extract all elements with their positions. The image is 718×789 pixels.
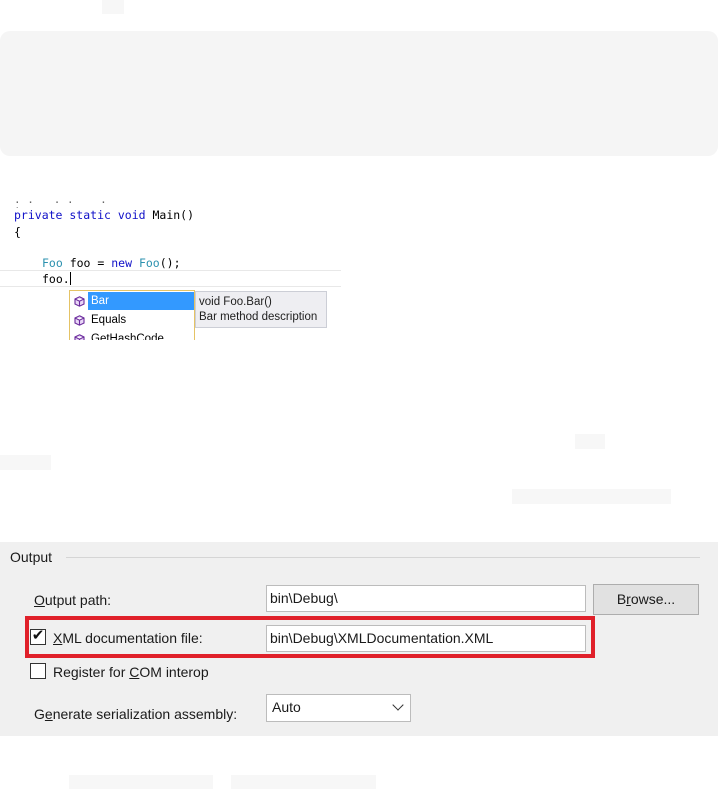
access-key: C xyxy=(129,664,140,680)
code-line: { xyxy=(14,225,21,239)
label-text: utput path: xyxy=(44,592,112,608)
browse-button[interactable]: Browse... xyxy=(593,584,699,615)
chevron-down-icon xyxy=(392,699,404,711)
code-text: (); xyxy=(159,256,181,270)
code-line: Foo foo = new Foo(); xyxy=(42,256,181,270)
blank-placeholder xyxy=(512,489,671,504)
quickinfo-tooltip: void Foo.Bar() Bar method description xyxy=(195,291,327,328)
code-editor[interactable]: · · · · · · private static void Main() {… xyxy=(0,200,345,340)
blank-placeholder xyxy=(69,775,213,789)
clipped-line: · · · · · · xyxy=(14,200,233,208)
serialization-label: Generate serialization assembly: xyxy=(34,706,237,722)
method-icon xyxy=(70,330,88,340)
blank-placeholder xyxy=(231,775,376,789)
intellisense-item[interactable]: Equals xyxy=(70,311,194,329)
output-path-label: Output path: xyxy=(34,592,111,608)
label-text: Register for xyxy=(53,664,130,680)
select-value: Auto xyxy=(272,699,301,715)
group-title: Output xyxy=(10,549,53,565)
button-text: owse... xyxy=(630,591,676,607)
code-text: Main() xyxy=(145,208,195,222)
type-name: Foo xyxy=(132,256,160,270)
intellisense-item-label: Bar xyxy=(88,292,194,310)
output-path-input[interactable]: bin\Debug\ xyxy=(266,585,586,612)
method-icon xyxy=(70,311,88,329)
access-key: O xyxy=(34,592,45,608)
tooltip-description: Bar method description xyxy=(199,311,318,323)
label-text: G xyxy=(34,706,45,722)
intellisense-item[interactable]: GetHashCode xyxy=(70,330,194,340)
keyword: new xyxy=(111,256,133,270)
annotation-highlight-box xyxy=(25,616,595,658)
intellisense-list[interactable]: Bar Equals GetHashCode xyxy=(69,290,195,340)
tooltip-signature: void Foo.Bar() xyxy=(199,296,272,308)
type-name: Foo xyxy=(42,256,63,270)
intellisense-item[interactable]: Bar xyxy=(70,292,194,310)
intellisense-item-label: GetHashCode xyxy=(91,333,164,340)
code-text: foo. xyxy=(42,272,70,286)
method-icon xyxy=(70,292,88,310)
keyword: private static void xyxy=(14,208,146,222)
com-interop-label[interactable]: Register for COM interop xyxy=(53,664,209,680)
access-key: e xyxy=(44,706,53,722)
group-divider xyxy=(66,557,700,558)
intellisense-item-label: Equals xyxy=(91,314,127,326)
button-text: B xyxy=(616,591,627,607)
code-line: private static void Main() xyxy=(14,208,194,222)
com-interop-checkbox[interactable] xyxy=(30,663,46,679)
blank-placeholder xyxy=(575,434,605,449)
code-line: foo. xyxy=(42,272,71,286)
serialization-select[interactable]: Auto xyxy=(266,694,411,722)
text-caret xyxy=(69,272,71,285)
blank-placeholder xyxy=(102,0,124,14)
label-text: OM interop xyxy=(139,664,209,680)
label-text: nerate serialization assembly: xyxy=(52,706,238,722)
code-text: foo = xyxy=(62,256,112,270)
blank-placeholder xyxy=(0,455,51,470)
blank-card xyxy=(0,31,718,156)
